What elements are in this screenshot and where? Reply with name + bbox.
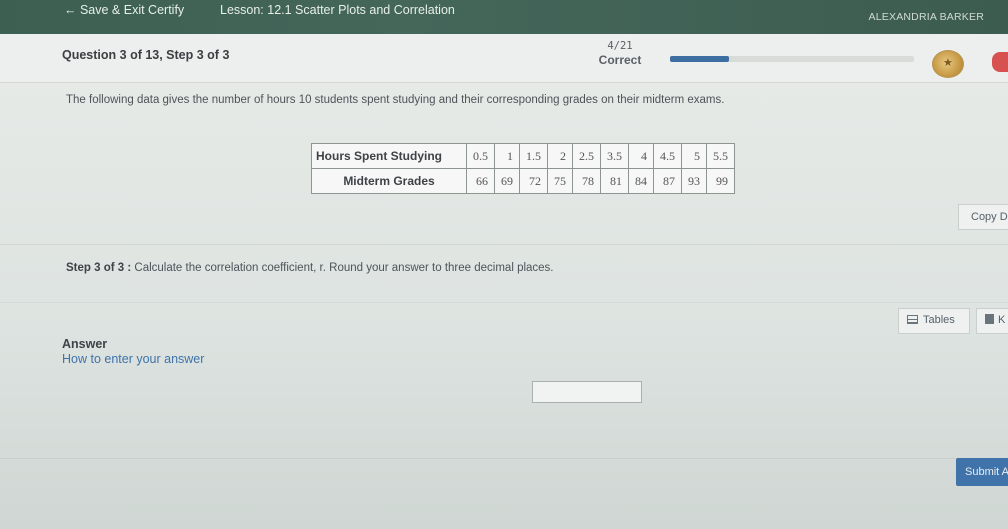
- score-indicator: 4/21 Correct: [590, 40, 650, 67]
- table-cell: 3.5: [600, 143, 629, 169]
- table-cell: 75: [547, 168, 573, 194]
- top-bar: ← Save & Exit Certify Lesson: 12.1 Scatt…: [0, 0, 1008, 38]
- table-cell: 5.5: [706, 143, 735, 169]
- table-cell: 1: [494, 143, 520, 169]
- divider: [0, 244, 1008, 245]
- row-header: Hours Spent Studying: [311, 143, 467, 169]
- tables-label: Tables: [923, 314, 955, 326]
- table-cell: 1.5: [519, 143, 548, 169]
- table-cell: 4: [628, 143, 654, 169]
- table-row: Midterm Grades 66 69 72 75 78 81 84 87 93 99: [311, 168, 735, 194]
- table-icon: [907, 315, 918, 324]
- table-cell: 81: [600, 168, 629, 194]
- data-table: Hours Spent Studying 0.5 1 1.5 2 2.5 3.5 4 4.5 5 5…: [311, 143, 735, 194]
- table-cell: 72: [519, 168, 548, 194]
- table-cell: 2.5: [572, 143, 601, 169]
- table-cell: 0.5: [466, 143, 495, 169]
- calculator-label: K: [998, 314, 1006, 326]
- question-prompt: The following data gives the number of h…: [66, 94, 725, 106]
- save-exit-link[interactable]: ← Save & Exit Certify: [64, 3, 184, 17]
- copy-data-button[interactable]: Copy D: [958, 204, 1008, 230]
- table-cell: 69: [494, 168, 520, 194]
- coin-icon[interactable]: ★: [932, 50, 964, 78]
- table-row: Hours Spent Studying 0.5 1 1.5 2 2.5 3.5 4 4.5 5 5…: [311, 143, 735, 169]
- question-number: Question 3 of 13, Step 3 of 3: [62, 48, 230, 62]
- answer-input[interactable]: [532, 381, 642, 403]
- table-cell: 2: [547, 143, 573, 169]
- table-cell: 5: [681, 143, 707, 169]
- calculator-icon: [985, 314, 994, 324]
- how-to-enter-link[interactable]: How to enter your answer: [62, 352, 204, 366]
- score-status: Correct: [598, 53, 642, 67]
- table-cell: 93: [681, 168, 707, 194]
- score-fraction: 4/21: [607, 40, 633, 52]
- lesson-title: Lesson: 12.1 Scatter Plots and Correlati…: [220, 3, 455, 17]
- progress-bar: [670, 56, 914, 62]
- heart-icon[interactable]: [992, 52, 1008, 72]
- progress-fill: [670, 56, 729, 62]
- step-label: Step 3 of 3 :: [66, 262, 132, 274]
- table-cell: 84: [628, 168, 654, 194]
- table-cell: 78: [572, 168, 601, 194]
- row-header: Midterm Grades: [311, 168, 467, 194]
- step-instruction: Step 3 of 3 : Calculate the correlation …: [66, 262, 554, 274]
- tables-button[interactable]: Tables: [898, 308, 970, 334]
- table-cell: 4.5: [653, 143, 682, 169]
- table-cell: 66: [466, 168, 495, 194]
- divider: [0, 458, 1008, 459]
- table-cell: 87: [653, 168, 682, 194]
- table-cell: 99: [706, 168, 735, 194]
- divider: [0, 302, 1008, 303]
- calculator-button[interactable]: K: [976, 308, 1008, 334]
- submit-answer-button[interactable]: Submit A: [956, 458, 1008, 486]
- question-page: Question 3 of 13, Step 3 of 3 4/21 Corre…: [0, 34, 1008, 529]
- question-header: Question 3 of 13, Step 3 of 3 4/21 Corre…: [0, 34, 1008, 83]
- answer-label: Answer: [62, 337, 108, 351]
- user-name[interactable]: ALEXANDRIA BARKER: [869, 11, 984, 23]
- step-text: Calculate the correlation coefficient, r…: [131, 262, 554, 274]
